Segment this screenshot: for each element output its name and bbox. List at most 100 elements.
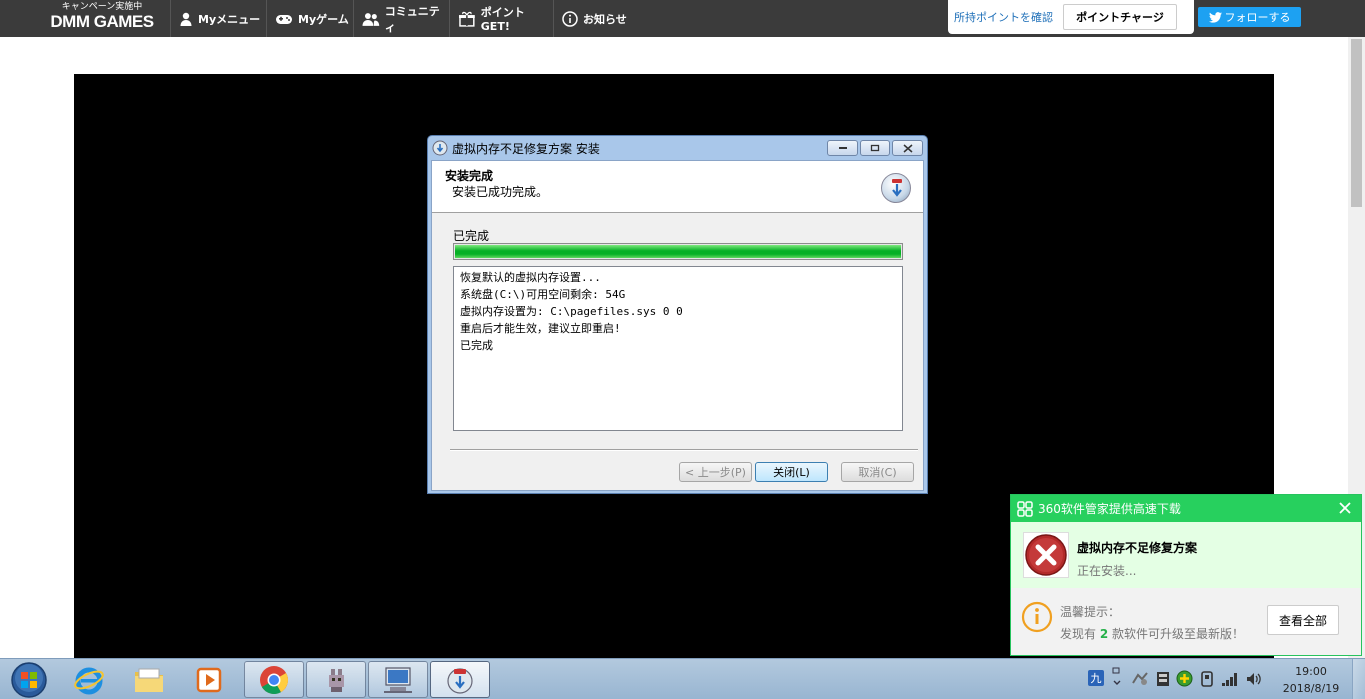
tray-360-icon[interactable]	[1176, 670, 1193, 690]
twitter-follow-button[interactable]: フォローする	[1198, 7, 1301, 27]
taskbar-installer[interactable]	[430, 661, 490, 698]
popup-title: 360软件管家提供高速下载	[1038, 502, 1181, 516]
dmm-games-logo[interactable]: キャンペーン実施中 DMM GAMES	[40, 2, 164, 34]
clock-time: 19:00	[1295, 665, 1327, 678]
progress-label: 已完成	[453, 229, 490, 243]
tray-app-icon[interactable]	[1131, 671, 1149, 690]
close-icon	[903, 143, 912, 153]
back-button[interactable]: < 上一步(P)	[679, 462, 752, 482]
nav-point-get[interactable]: ポイントGET!	[449, 0, 553, 37]
360-grid-icon	[1017, 500, 1033, 517]
show-desktop-button[interactable]	[1352, 659, 1365, 699]
log-line: 虚拟内存设置为: C:\pagefiles.sys 0 0	[460, 305, 683, 318]
installer-title-bar[interactable]: 虚拟内存不足修复方案 安装	[428, 136, 927, 160]
installer-window: 虚拟内存不足修复方案 安装 安装完成 安装已成功完成。 已完成 恢复默认的虚拟内…	[427, 135, 928, 494]
point-charge-button[interactable]: ポイントチャージ	[1063, 4, 1177, 30]
media-player-icon	[196, 667, 222, 692]
follow-label: フォローする	[1224, 11, 1291, 24]
folder-icon	[135, 668, 163, 692]
log-line: 恢复默认的虚拟内存设置...	[460, 271, 601, 284]
installer-header: 安装完成 安装已成功完成。	[432, 161, 923, 213]
top-nav-bar: キャンペーン実施中 DMM GAMES Myメニュー Myゲーム コミュニティ …	[0, 0, 1365, 37]
ime-indicator-icon[interactable]: 九	[1088, 670, 1104, 686]
nav-label: ポイントGET!	[480, 6, 525, 33]
tip-suffix: 款软件可升级至最新版！	[1112, 627, 1245, 641]
internet-explorer-icon	[74, 667, 104, 694]
install-progress-bar	[453, 243, 903, 260]
header-subtitle: 安装已成功完成。	[452, 185, 549, 199]
network-signal-icon[interactable]	[1221, 671, 1239, 690]
chrome-icon	[260, 665, 288, 694]
nav-label: Myメニュー	[198, 12, 261, 26]
tip-title: 温馨提示：	[1060, 605, 1121, 619]
progress-fill	[455, 245, 901, 258]
log-line: 系统盘(C:\)可用空间剩余: 54G	[460, 288, 626, 301]
header-title: 安装完成	[445, 169, 494, 183]
popup-app-name: 虚拟内存不足修复方案	[1077, 541, 1198, 555]
taskbar-clock[interactable]: 19:00 2018/8/19	[1280, 663, 1342, 697]
taskbar-remote-desktop[interactable]	[368, 661, 428, 698]
update-count: 2	[1099, 627, 1109, 641]
start-button[interactable]	[2, 660, 56, 699]
taskbar-game[interactable]	[306, 661, 366, 698]
360-download-popup: 360软件管家提供高速下载 虚拟内存不足修复方案 正在安装... 温馨提示： 发…	[1010, 494, 1362, 656]
clock-date: 2018/8/19	[1282, 682, 1340, 695]
installer-app-icon	[432, 140, 448, 156]
minimize-icon	[838, 147, 847, 149]
person-icon	[180, 12, 192, 26]
nav-label: お知らせ	[583, 12, 627, 26]
maximize-button[interactable]	[860, 140, 890, 156]
taskbar-media-player[interactable]	[179, 661, 239, 698]
scrollbar-thumb[interactable]	[1351, 39, 1362, 207]
close-button[interactable]: 关闭(L)	[755, 462, 828, 482]
volume-icon[interactable]	[1245, 671, 1263, 690]
windows-taskbar: 九 19:00 2018/8/19	[0, 658, 1365, 699]
tip-text: 发现有 2 款软件可升级至最新版！	[1060, 625, 1244, 642]
installer-logo-icon	[881, 173, 911, 203]
check-points-link[interactable]: 所持ポイントを確認	[954, 9, 1053, 25]
show-hidden-icons-icon[interactable]	[1112, 667, 1122, 690]
popup-tip-area: 温馨提示： 发现有 2 款软件可升级至最新版！ 查看全部	[1011, 588, 1361, 655]
installer-title: 虚拟内存不足修复方案 安装	[452, 141, 600, 156]
nav-label: Myゲーム	[298, 12, 349, 26]
nav-community[interactable]: コミュニティ	[353, 0, 449, 37]
close-icon	[1339, 502, 1351, 514]
gamepad-icon	[276, 14, 292, 24]
nav-label: コミュニティ	[384, 4, 440, 34]
tray-device-icon[interactable]	[1200, 671, 1214, 690]
popup-header: 360软件管家提供高速下载	[1011, 495, 1361, 522]
log-line: 重启后才能生效，建议立即重启!	[460, 322, 621, 335]
install-log[interactable]: 恢复默认的虚拟内存设置... 系统盘(C:\)可用空间剩余: 54G 虚拟内存设…	[453, 266, 903, 431]
computer-icon	[384, 666, 412, 693]
tip-prefix: 发现有	[1060, 627, 1097, 641]
nav-notice[interactable]: お知らせ	[553, 0, 643, 37]
taskbar-chrome[interactable]	[244, 661, 304, 698]
game-character-icon	[329, 668, 344, 692]
nav-my-menu[interactable]: Myメニュー	[170, 0, 266, 37]
view-all-button[interactable]: 查看全部	[1267, 605, 1339, 635]
nav-my-games[interactable]: Myゲーム	[266, 0, 353, 37]
installer-icon	[447, 667, 473, 694]
point-box: 所持ポイントを確認 ポイントチャージ	[948, 0, 1194, 34]
error-icon	[1023, 532, 1069, 578]
taskbar-explorer[interactable]	[119, 661, 179, 698]
people-icon	[362, 12, 380, 26]
maximize-icon	[870, 144, 880, 152]
logo-text: DMM GAMES	[50, 12, 154, 31]
tray-film-icon[interactable]	[1156, 671, 1170, 690]
twitter-bird-icon	[1208, 11, 1222, 23]
cancel-button[interactable]: 取消(C)	[841, 462, 914, 482]
footer-divider	[450, 449, 918, 451]
minimize-button[interactable]	[827, 140, 858, 156]
taskbar-ie[interactable]	[59, 661, 119, 698]
installer-body: 安装完成 安装已成功完成。 已完成 恢复默认的虚拟内存设置... 系统盘(C:\…	[431, 160, 924, 491]
tip-info-icon	[1021, 601, 1053, 636]
popup-close-button[interactable]	[1339, 499, 1351, 518]
popup-app-status: 正在安装...	[1077, 564, 1137, 578]
system-tray: 九	[1080, 659, 1280, 699]
popup-app-row: 虚拟内存不足修复方案 正在安装...	[1011, 522, 1361, 588]
windows-start-icon	[11, 661, 47, 698]
window-close-button[interactable]	[892, 140, 923, 156]
log-line: 已完成	[460, 339, 493, 352]
gift-icon	[458, 11, 475, 27]
